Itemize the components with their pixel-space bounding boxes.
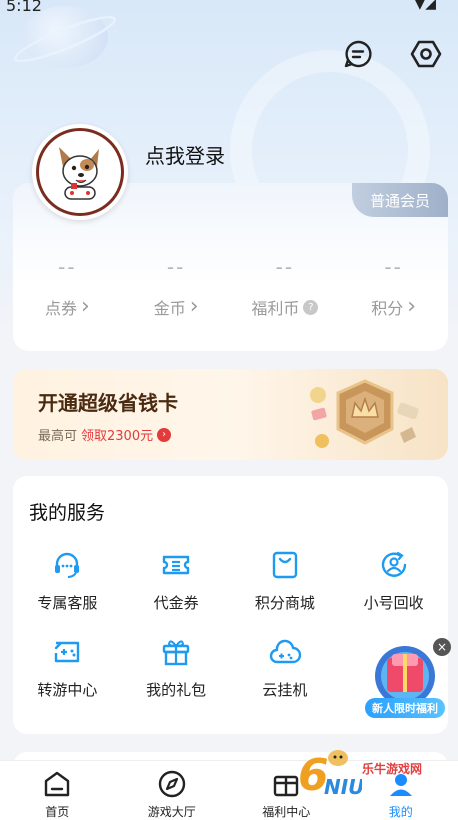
stat-value: -- bbox=[58, 255, 77, 279]
chevron-right-icon: › bbox=[80, 294, 90, 319]
tab-home[interactable]: 首页 bbox=[0, 761, 115, 820]
bottom-tab-bar: 首页 游戏大厅 福利中心 我的 bbox=[0, 760, 458, 820]
service-label: 云挂机 bbox=[262, 681, 308, 699]
stat-welfare-coins[interactable]: -- 福利币? bbox=[231, 255, 340, 319]
service-label: 小号回收 bbox=[363, 594, 424, 612]
services-title: 我的服务 bbox=[29, 502, 106, 524]
tab-mine[interactable]: 我的 bbox=[344, 761, 458, 820]
service-label: 积分商城 bbox=[254, 594, 315, 612]
stat-coupons[interactable]: -- 点券 › bbox=[13, 255, 122, 319]
tab-label: 我的 bbox=[388, 805, 413, 819]
promo-label: 新人限时福利 bbox=[365, 698, 445, 718]
question-icon[interactable]: ? bbox=[303, 299, 319, 315]
chevron-right-icon: › bbox=[157, 427, 172, 442]
login-link[interactable]: 点我登录 bbox=[145, 140, 225, 169]
chevron-right-icon: › bbox=[407, 294, 417, 319]
home-icon bbox=[45, 771, 70, 796]
voucher-icon bbox=[162, 555, 190, 575]
saver-amount: 领取2300元 bbox=[81, 429, 154, 444]
stat-label: 点券 bbox=[44, 299, 77, 318]
service-account-recycle[interactable]: 小号回收 bbox=[339, 548, 448, 613]
shopping-bag-icon bbox=[272, 551, 298, 579]
dog-mascot-icon bbox=[59, 147, 99, 200]
message-icon bbox=[344, 40, 372, 68]
stat-points[interactable]: -- 积分 › bbox=[339, 255, 448, 319]
newcomer-welfare-float[interactable]: 新人限时福利 × bbox=[365, 638, 451, 718]
profile-icon bbox=[389, 773, 412, 796]
stat-value: -- bbox=[275, 255, 295, 279]
stat-label: 金币 bbox=[153, 299, 186, 318]
stat-gold[interactable]: -- 金币 › bbox=[122, 255, 231, 319]
message-button[interactable] bbox=[342, 38, 374, 70]
account-stats: -- 点券 › -- 金币 › -- 福利币? -- 积分 › bbox=[13, 255, 448, 319]
status-bar: 5:12 ▼◢ bbox=[0, 0, 458, 18]
stat-value: -- bbox=[384, 255, 403, 279]
tab-welfare-center[interactable]: 福利中心 bbox=[229, 761, 344, 820]
tab-label: 首页 bbox=[45, 805, 70, 819]
stat-label: 积分 bbox=[371, 299, 404, 318]
gift-icon bbox=[162, 640, 190, 666]
service-transfer-center[interactable]: 转游中心 bbox=[13, 635, 122, 700]
stat-value: -- bbox=[166, 255, 186, 279]
signal-battery-icon: ▼◢ bbox=[414, 0, 436, 12]
cloud-gamepad-icon bbox=[269, 639, 301, 664]
service-voucher[interactable]: 代金券 bbox=[122, 548, 231, 613]
transfer-game-icon bbox=[55, 641, 80, 663]
crown-hexagon-badge-icon bbox=[310, 379, 419, 448]
compass-icon bbox=[158, 770, 185, 797]
headset-icon bbox=[55, 552, 80, 578]
avatar[interactable] bbox=[32, 124, 128, 220]
chevron-right-icon: › bbox=[189, 294, 199, 319]
service-label: 我的礼包 bbox=[146, 681, 207, 699]
tab-game-hall[interactable]: 游戏大厅 bbox=[115, 761, 230, 820]
saver-subtitle: 最高可 领取2300元 › bbox=[38, 425, 172, 444]
service-customer-support[interactable]: 专属客服 bbox=[13, 548, 122, 613]
service-label: 专属客服 bbox=[37, 594, 98, 612]
recycle-user-icon bbox=[381, 551, 406, 577]
service-points-mall[interactable]: 积分商城 bbox=[231, 548, 340, 613]
service-label: 转游中心 bbox=[37, 681, 98, 699]
tab-label: 游戏大厅 bbox=[147, 805, 196, 819]
close-icon[interactable]: × bbox=[433, 638, 451, 656]
tab-label: 福利中心 bbox=[262, 805, 311, 819]
welfare-icon bbox=[274, 775, 299, 796]
stat-label: 福利币 bbox=[251, 299, 300, 318]
settings-icon bbox=[410, 40, 442, 68]
member-level-badge[interactable]: 普通会员 bbox=[352, 183, 448, 217]
service-label: 代金券 bbox=[153, 594, 199, 612]
service-cloud-idle[interactable]: 云挂机 bbox=[231, 635, 340, 700]
service-my-gifts[interactable]: 我的礼包 bbox=[122, 635, 231, 700]
saver-title: 开通超级省钱卡 bbox=[38, 391, 178, 415]
settings-button[interactable] bbox=[410, 38, 442, 70]
super-saver-card-banner[interactable]: 开通超级省钱卡 最高可 领取2300元 › bbox=[13, 369, 448, 460]
status-time: 5:12 bbox=[6, 0, 42, 15]
